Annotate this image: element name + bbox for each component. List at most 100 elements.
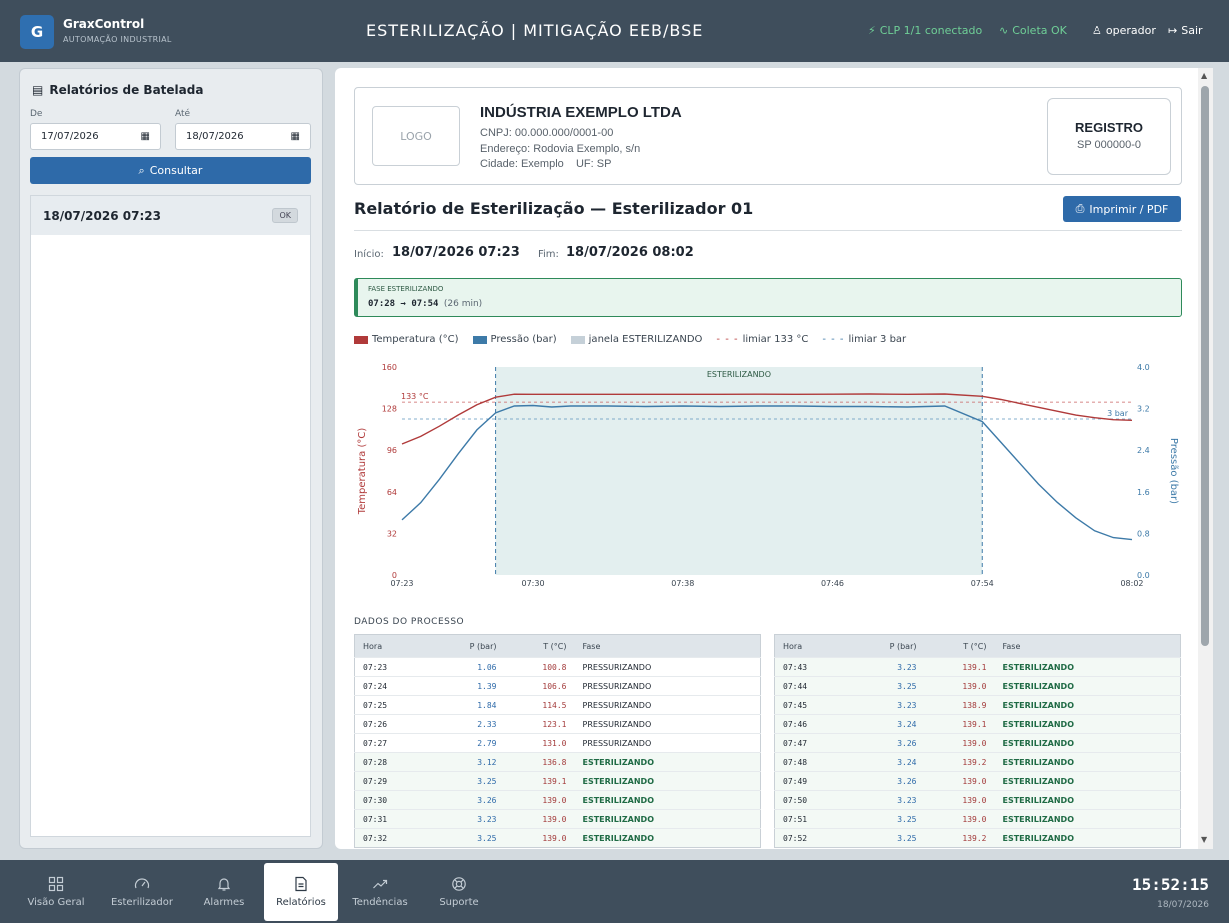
print-pdf-button[interactable]: ⎙ Imprimir / PDF [1063, 196, 1181, 222]
cell-pressure: 1.84 [429, 695, 505, 715]
table-row: 07:28 3.12 136.8 ESTERILIZANDO [354, 752, 761, 772]
search-icon: ⌕ [138, 163, 145, 177]
scrollbar-thumb[interactable] [1201, 86, 1209, 646]
table-row: 07:45 3.23 138.9 ESTERILIZANDO [774, 695, 1181, 715]
cell-pressure: 3.12 [429, 752, 505, 772]
table-header-row: Hora P (bar) T (°C) Fase [774, 634, 1181, 658]
cell-pressure: 3.25 [429, 771, 505, 791]
y-right-tick: 2.4 [1137, 446, 1150, 455]
brand-name: GraxControl [63, 17, 145, 31]
y-right-tick: 1.6 [1137, 488, 1150, 497]
cell-phase: ESTERILIZANDO [574, 752, 761, 772]
company-cnpj: CNPJ: 00.000.000/0001-00 [480, 127, 614, 139]
table-row: 07:32 3.25 139.0 ESTERILIZANDO [354, 828, 761, 848]
cell-time: 07:47 [774, 733, 850, 753]
consult-button[interactable]: ⌕ Consultar [30, 157, 311, 184]
cell-pressure: 1.39 [429, 676, 505, 696]
cell-temperature: 139.0 [924, 771, 995, 791]
cell-temperature: 139.0 [924, 790, 995, 810]
cell-phase: ESTERILIZANDO [574, 809, 761, 829]
cell-phase: PRESSURIZANDO [574, 657, 761, 677]
cell-time: 07:44 [774, 676, 850, 696]
y-right-tick: 4.0 [1137, 363, 1150, 372]
cell-temperature: 139.0 [504, 790, 575, 810]
end-value: 18/07/2026 08:02 [566, 245, 694, 260]
cell-time: 07:30 [354, 790, 430, 810]
cell-time: 07:24 [354, 676, 430, 696]
table-row: 07:26 2.33 123.1 PRESSURIZANDO [354, 714, 761, 734]
x-tick: 07:23 [390, 579, 413, 588]
report-title: Relatório de Esterilização — Esterilizad… [354, 199, 754, 218]
table-row: 07:30 3.26 139.0 ESTERILIZANDO [354, 790, 761, 810]
batch-list-item[interactable]: 18/07/2026 07:23 OK [31, 196, 310, 235]
report-icon [295, 876, 307, 892]
nav-support[interactable]: Suporte [426, 863, 492, 921]
cell-temperature: 136.8 [504, 752, 575, 772]
legend-pressure-threshold: - - - limiar 3 bar [822, 334, 907, 345]
report-scrollbar[interactable]: ▲ ▼ [1198, 68, 1213, 849]
cell-temperature: 138.9 [924, 695, 995, 715]
cell-pressure: 3.23 [849, 790, 925, 810]
y-left-tick: 64 [387, 488, 397, 497]
cell-time: 07:28 [354, 752, 430, 772]
nav-reports[interactable]: Relatórios [264, 863, 338, 921]
cell-time: 07:27 [354, 733, 430, 753]
cell-time: 07:31 [354, 809, 430, 829]
scroll-up-icon[interactable]: ▲ [1201, 71, 1207, 80]
cell-time: 07:45 [774, 695, 850, 715]
calendar-icon[interactable]: ▦ [141, 131, 150, 142]
cell-phase: PRESSURIZANDO [574, 733, 761, 753]
cell-time: 07:43 [774, 657, 850, 677]
registry-value: SP 000000-0 [1076, 139, 1142, 151]
y-left-tick: 32 [387, 529, 397, 538]
pulse-icon: ∿ [999, 24, 1009, 37]
brand-subtitle: AUTOMAÇÃO INDUSTRIAL [63, 35, 172, 44]
cell-temperature: 139.0 [504, 809, 575, 829]
user-menu[interactable]: ♙ operador [1092, 24, 1156, 37]
nav-trends[interactable]: Tendências [346, 863, 414, 921]
cell-time: 07:46 [774, 714, 850, 734]
legend-window: janela ESTERILIZANDO [570, 334, 702, 345]
logout-button[interactable]: ↦ Sair [1168, 24, 1203, 37]
from-label: De [30, 109, 43, 119]
trend-icon [373, 879, 388, 889]
from-date-input[interactable]: 17/07/2026 ▦ [30, 123, 161, 150]
x-tick: 07:38 [671, 579, 694, 588]
cell-phase: PRESSURIZANDO [574, 676, 761, 696]
process-table-right: Hora P (bar) T (°C) Fase 07:43 3.23 139.1 E… [774, 634, 1181, 848]
app-logo: G [20, 15, 54, 49]
nav-alarms[interactable]: Alarmes [192, 863, 256, 921]
registry-title: REGISTRO [1075, 120, 1143, 135]
legend-pressure: Pressão (bar) [472, 334, 557, 345]
scroll-down-icon[interactable]: ▼ [1201, 835, 1207, 844]
grid-icon [48, 876, 64, 892]
cell-temperature: 139.2 [924, 752, 995, 772]
table-row: 07:46 3.24 139.1 ESTERILIZANDO [774, 714, 1181, 734]
nav-overview[interactable]: Visão Geral [20, 863, 92, 921]
cell-time: 07:49 [774, 771, 850, 791]
clp-status: ⚡ CLP 1/1 conectado [868, 24, 983, 37]
phase-duration: (26 min) [443, 299, 483, 309]
status-badge: OK [272, 208, 298, 223]
divider [354, 230, 1182, 231]
x-tick: 08:02 [1120, 579, 1143, 588]
calendar-icon[interactable]: ▦ [291, 131, 300, 142]
registry-box: REGISTRO SP 000000-0 [1047, 98, 1171, 175]
clock-date: 18/07/2026 [1157, 900, 1209, 910]
plug-icon: ⚡ [868, 24, 876, 37]
clock-time: 15:52:15 [1131, 875, 1209, 894]
cell-temperature: 139.1 [924, 657, 995, 677]
table-row: 07:29 3.25 139.1 ESTERILIZANDO [354, 771, 761, 791]
user-icon: ♙ [1092, 24, 1102, 37]
gauge-icon [134, 878, 150, 889]
cell-phase: ESTERILIZANDO [574, 790, 761, 810]
nav-sterilizer[interactable]: Esterilizador [104, 863, 180, 921]
cell-time: 07:23 [354, 657, 430, 677]
cell-time: 07:25 [354, 695, 430, 715]
process-chart: ESTERILIZANDO133 °C3 bar16012896643204.0… [357, 363, 1179, 588]
cell-pressure: 3.25 [849, 828, 925, 848]
to-date-input[interactable]: 18/07/2026 ▦ [175, 123, 311, 150]
table-row: 07:49 3.26 139.0 ESTERILIZANDO [774, 771, 1181, 791]
lifebuoy-icon [452, 877, 466, 891]
legend-temperature: Temperatura (°C) [354, 334, 459, 345]
